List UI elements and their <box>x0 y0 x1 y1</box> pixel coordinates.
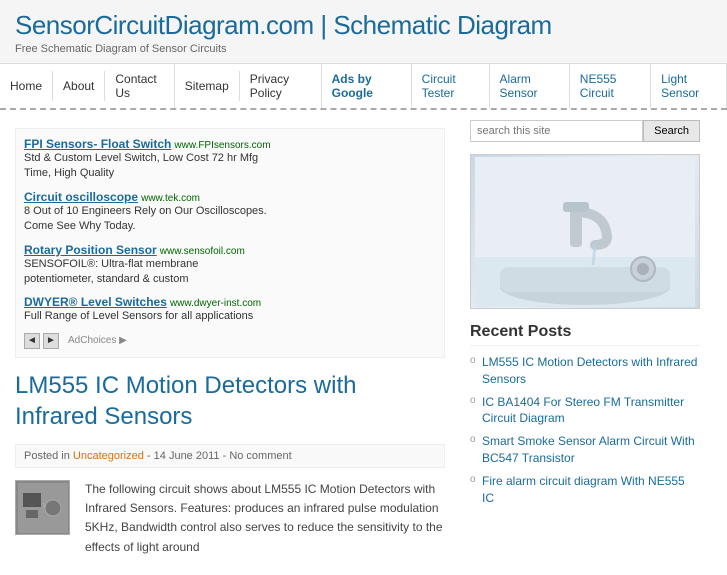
ad-banner-right <box>470 154 700 309</box>
ad-url: www.tek.com <box>141 193 200 204</box>
search-button[interactable]: Search <box>643 120 700 142</box>
ad-desc: potentiometer, standard & custom <box>24 273 188 285</box>
nav-item-home[interactable]: Home <box>0 71 53 101</box>
recent-post-link[interactable]: LM555 IC Motion Detectors with Infrared … <box>482 355 697 386</box>
site-tagline: Free Schematic Diagram of Sensor Circuit… <box>15 43 712 55</box>
ad-item: DWYER® Level Switches www.dwyer-inst.com… <box>24 295 436 324</box>
ad-next-btn[interactable]: ► <box>43 333 59 349</box>
ad-title[interactable]: Circuit oscilloscope <box>24 190 138 204</box>
nav-item-sitemap[interactable]: Sitemap <box>175 71 240 101</box>
article-text: The following circuit shows about LM555 … <box>85 480 445 557</box>
ad-desc: 8 Out of 10 Engineers Rely on Our Oscill… <box>24 205 267 217</box>
ad-desc: Time, High Quality <box>24 167 114 179</box>
nav-item-ads-by-google[interactable]: Ads by Google <box>322 64 412 108</box>
ad-prev-btn[interactable]: ◄ <box>24 333 40 349</box>
nav-item-ne555-circuit[interactable]: NE555 Circuit <box>570 64 651 108</box>
site-header: SensorCircuitDiagram.com | Schematic Dia… <box>0 0 727 64</box>
ad-block: FPI Sensors- Float Switch www.FPIsensors… <box>15 128 445 358</box>
ad-item: Rotary Position Sensor www.sensofoil.com… <box>24 243 436 288</box>
main-nav: HomeAboutContact UsSitemapPrivacy Policy… <box>0 64 727 110</box>
recent-post-link[interactable]: IC BA1404 For Stereo FM Transmitter Circ… <box>482 395 684 426</box>
ad-desc: Std & Custom Level Switch, Low Cost 72 h… <box>24 152 258 164</box>
right-column: Search <box>460 120 710 565</box>
nav-item-privacy-policy[interactable]: Privacy Policy <box>240 64 322 108</box>
faucet-image <box>471 155 699 308</box>
article-date-separator: - <box>147 450 154 462</box>
recent-post-link[interactable]: Smart Smoke Sensor Alarm Circuit With BC… <box>482 434 695 465</box>
ad-navigation: ◄► AdChoices ▶ <box>24 333 436 349</box>
nav-item-circuit-tester[interactable]: Circuit Tester <box>412 64 490 108</box>
article-comment: No comment <box>229 450 291 462</box>
article-body: The following circuit shows about LM555 … <box>15 480 445 557</box>
ad-url: www.FPIsensors.com <box>174 140 270 151</box>
ad-url: www.dwyer-inst.com <box>170 298 261 309</box>
site-title: SensorCircuitDiagram.com | Schematic Dia… <box>15 10 712 41</box>
ad-title[interactable]: FPI Sensors- Float Switch <box>24 137 171 151</box>
posted-label: Posted in <box>24 450 73 462</box>
main-content: FPI Sensors- Float Switch www.FPIsensors… <box>0 110 727 575</box>
recent-post-link[interactable]: Fire alarm circuit diagram With NE555 IC <box>482 474 685 505</box>
article-category[interactable]: Uncategorized <box>73 450 144 462</box>
recent-posts-title: Recent Posts <box>470 323 700 346</box>
search-input[interactable] <box>470 120 643 142</box>
ad-title[interactable]: DWYER® Level Switches <box>24 295 167 309</box>
thumbnail-image <box>15 480 70 535</box>
recent-post-item: LM555 IC Motion Detectors with Infrared … <box>470 354 700 388</box>
recent-post-item: Fire alarm circuit diagram With NE555 IC <box>470 473 700 507</box>
ad-item: FPI Sensors- Float Switch www.FPIsensors… <box>24 137 436 182</box>
ad-url: www.sensofoil.com <box>160 246 245 257</box>
article-thumbnail <box>15 480 75 557</box>
article-date: 14 June 2011 <box>154 450 220 462</box>
ad-desc: SENSOFOIL®: Ultra-flat membrane <box>24 258 198 270</box>
article-title: LM555 IC Motion Detectors with Infrared … <box>15 370 445 432</box>
ad-choices: AdChoices ▶ <box>68 335 127 346</box>
recent-post-item: IC BA1404 For Stereo FM Transmitter Circ… <box>470 394 700 428</box>
ad-desc: Full Range of Level Sensors for all appl… <box>24 310 253 322</box>
left-column: FPI Sensors- Float Switch www.FPIsensors… <box>0 120 460 565</box>
search-box: Search <box>470 120 700 142</box>
article-meta: Posted in Uncategorized - 14 June 2011 -… <box>15 444 445 468</box>
nav-item-about[interactable]: About <box>53 71 105 101</box>
ad-title[interactable]: Rotary Position Sensor <box>24 243 157 257</box>
ad-desc: Come See Why Today. <box>24 220 135 232</box>
recent-post-item: Smart Smoke Sensor Alarm Circuit With BC… <box>470 433 700 467</box>
nav-item-light-sensor[interactable]: Light Sensor <box>651 64 727 108</box>
recent-posts-list: LM555 IC Motion Detectors with Infrared … <box>470 354 700 506</box>
recent-posts: Recent Posts LM555 IC Motion Detectors w… <box>470 323 700 506</box>
nav-item-contact-us[interactable]: Contact Us <box>105 64 174 108</box>
ad-item: Circuit oscilloscope www.tek.com8 Out of… <box>24 190 436 235</box>
nav-item-alarm-sensor[interactable]: Alarm Sensor <box>490 64 570 108</box>
